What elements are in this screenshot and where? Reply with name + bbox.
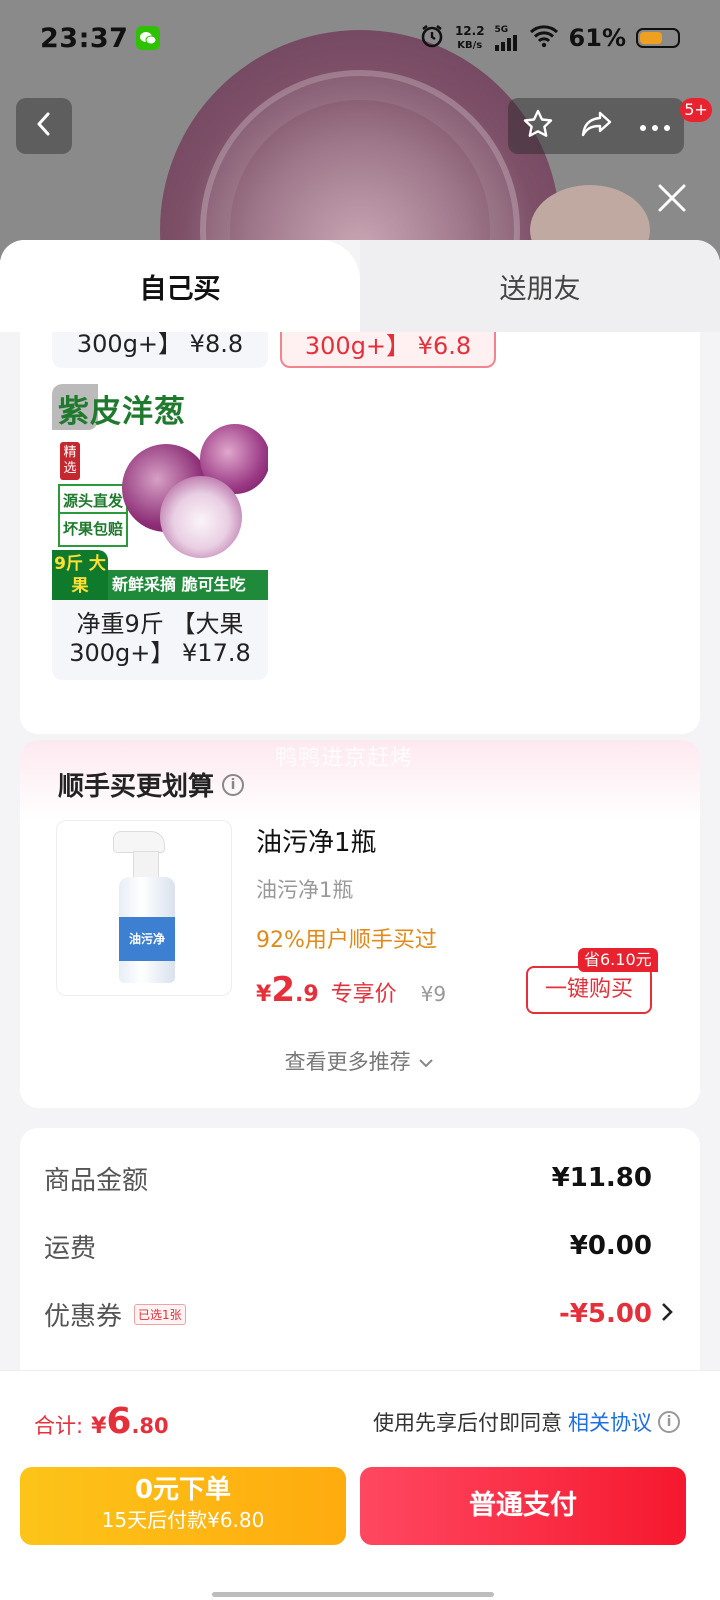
pay-later-title: 0元下单 [134,1475,232,1505]
combo-original-price: ¥9 [420,982,447,1006]
onion-cut-image [160,476,242,558]
pay-later-button[interactable]: 0元下单 15天后付款¥6.80 [20,1467,346,1545]
signal-icon: 5G [494,24,519,51]
network-speed: 12.2 KB/s [454,23,485,52]
status-time: 23:37 [40,22,129,54]
coupon-selected-chip: 已选1张 [134,1303,186,1325]
sku-image-title: 紫皮洋葱 [58,394,186,430]
normal-pay-button[interactable]: 普通支付 [360,1467,686,1545]
info-icon[interactable]: i [222,773,245,796]
combo-price-currency: ¥ [256,982,272,1007]
sku-selection-card: 300g+】 ¥8.8 300g+】 ¥6.8 紫皮洋葱 精选 源头直发 坏果包… [20,332,700,734]
sku-option-image: 紫皮洋葱 精选 源头直发 坏果包赔 新鲜采摘 脆可生吃 9斤 大果 [52,384,268,600]
bottle-label: 油污净 [119,917,175,961]
sku-option-label-line1: 净重9斤 【大果 [76,610,244,638]
combo-price-dec: .9 [294,982,319,1007]
combo-price-tag: 专享价 [330,982,397,1007]
combo-social-proof: 92%用户顺手买过 [256,928,437,953]
bottle-sprayer [113,831,165,853]
chevron-right-icon[interactable] [660,1300,674,1328]
close-sheet-button[interactable] [652,180,692,220]
status-bar: 23:37 12.2 KB/s 5G 61% [0,0,720,76]
bottle-neck [133,851,159,879]
back-button[interactable] [16,98,72,154]
buy-together-title-text: 顺手买更划算 [58,772,215,802]
more-dots-icon[interactable] [639,117,671,136]
order-total: 合计: ¥ 6 .80 [34,1401,169,1442]
more-recommendations-label: 查看更多推荐 [284,1050,411,1074]
sku-option[interactable]: 300g+】 ¥8.8 [52,332,268,368]
sku-option-label: 净重9斤 【大果 300g+】 ¥17.8 [52,600,268,680]
sku-image-tag-select: 精选 [60,442,80,480]
star-icon[interactable] [521,107,555,145]
price-row-value: -¥5.00 [558,1299,652,1329]
chevron-down-icon [417,1050,435,1074]
combo-product-spec: 油污净1瓶 [256,878,354,902]
share-icon[interactable] [580,109,614,143]
home-indicator[interactable] [212,1592,494,1597]
battery-level [640,32,662,44]
info-icon[interactable]: i [658,1411,680,1433]
nav-actions [508,98,684,154]
sku-image-weight-badge: 9斤 大果 [52,550,108,600]
price-row-label: 商品金额 [44,1165,149,1196]
total-int: 6 [106,1401,132,1442]
price-row-value: ¥0.00 [569,1231,652,1261]
wifi-icon [529,24,559,52]
tab-buy-for-self[interactable]: 自己买 [0,240,360,332]
tab-gift-to-friend[interactable]: 送朋友 [360,240,720,332]
price-breakdown-card: 商品金额 ¥11.80 运费 ¥0.00 优惠券 已选1张 -¥5.00 [20,1128,700,1388]
buy-together-title: 顺手买更划算 i [58,766,245,803]
combo-product-name[interactable]: 油污净1瓶 [256,822,377,859]
alarm-icon [419,23,445,53]
close-icon [656,182,688,218]
combo-price: ¥ 2 .9 专享价 ¥9 [256,970,446,1010]
checkout-bar: 合计: ¥ 6 .80 使用先享后付即同意 相关协议 i 0元下单 15天后付款… [0,1370,720,1600]
watermark-text: 鸭鸭进京赶烤 [275,746,414,771]
one-click-buy-button[interactable]: 一键购买 [526,966,652,1014]
sku-option-label: 300g+】 ¥8.8 [76,332,244,358]
price-row-label: 优惠券 [44,1301,123,1332]
wechat-icon [136,26,161,50]
combo-product-image[interactable]: 油污净 [56,820,232,996]
price-row-label: 运费 [44,1233,97,1264]
total-label: 合计: [34,1414,84,1438]
agreement-link[interactable]: 相关协议 [568,1407,652,1437]
price-row-goods: 商品金额 ¥11.80 [44,1158,652,1198]
purchase-tabs: 自己买 送朋友 [0,240,720,332]
signal-label: 5G [494,24,509,35]
message-badge: 5+ [680,98,712,122]
network-speed-unit: KB/s [457,39,483,51]
sku-option[interactable]: 紫皮洋葱 精选 源头直发 坏果包赔 新鲜采摘 脆可生吃 9斤 大果 净重9斤 【… [52,384,268,680]
combo-price-int: 2 [271,970,295,1010]
sku-image-tag-guarantee: 坏果包赔 [58,512,129,547]
sku-option-label: 300g+】 ¥6.8 [304,332,472,360]
battery-percent: 61% [568,24,626,52]
battery-icon [636,28,680,48]
price-row-shipping: 运费 ¥0.00 [44,1226,652,1266]
sku-option-selected[interactable]: 300g+】 ¥6.8 [280,332,496,368]
total-dec: .80 [131,1414,169,1438]
more-recommendations-link[interactable]: 查看更多推荐 [20,1046,700,1076]
pay-later-subtitle: 15天后付款¥6.80 [101,1508,265,1532]
back-arrow-icon [34,110,54,142]
total-currency: ¥ [91,1414,107,1439]
sku-option-label-line2: 300g+】 ¥17.8 [69,639,251,667]
buy-together-card: 鸭鸭进京赶烤 顺手买更划算 i 油污净 油污净1瓶 油污净1瓶 92%用户顺手买… [20,740,700,1108]
price-row-coupon[interactable]: 优惠券 已选1张 -¥5.00 [44,1294,652,1334]
status-icons: 12.2 KB/s 5G 61% [419,23,680,53]
network-speed-value: 12.2 [454,23,485,38]
price-row-value: ¥11.80 [551,1163,652,1193]
agreement-text: 使用先享后付即同意 [373,1411,562,1435]
save-badge: 省6.10元 [578,948,658,972]
agreement-notice: 使用先享后付即同意 相关协议 i [373,1407,680,1437]
